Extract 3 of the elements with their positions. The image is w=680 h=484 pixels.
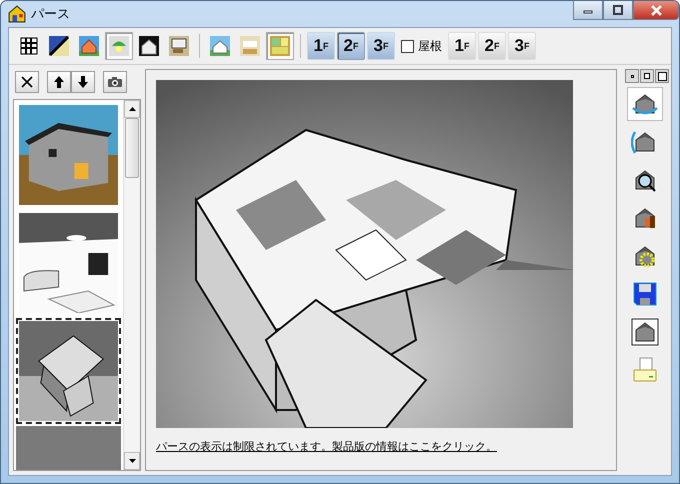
checkbox-label: 屋根 bbox=[418, 38, 442, 54]
window-title: パース bbox=[31, 6, 70, 23]
product-info-link[interactable]: パースの表示は制限されています。製品版の情報はここをクリック。 bbox=[156, 440, 497, 453]
